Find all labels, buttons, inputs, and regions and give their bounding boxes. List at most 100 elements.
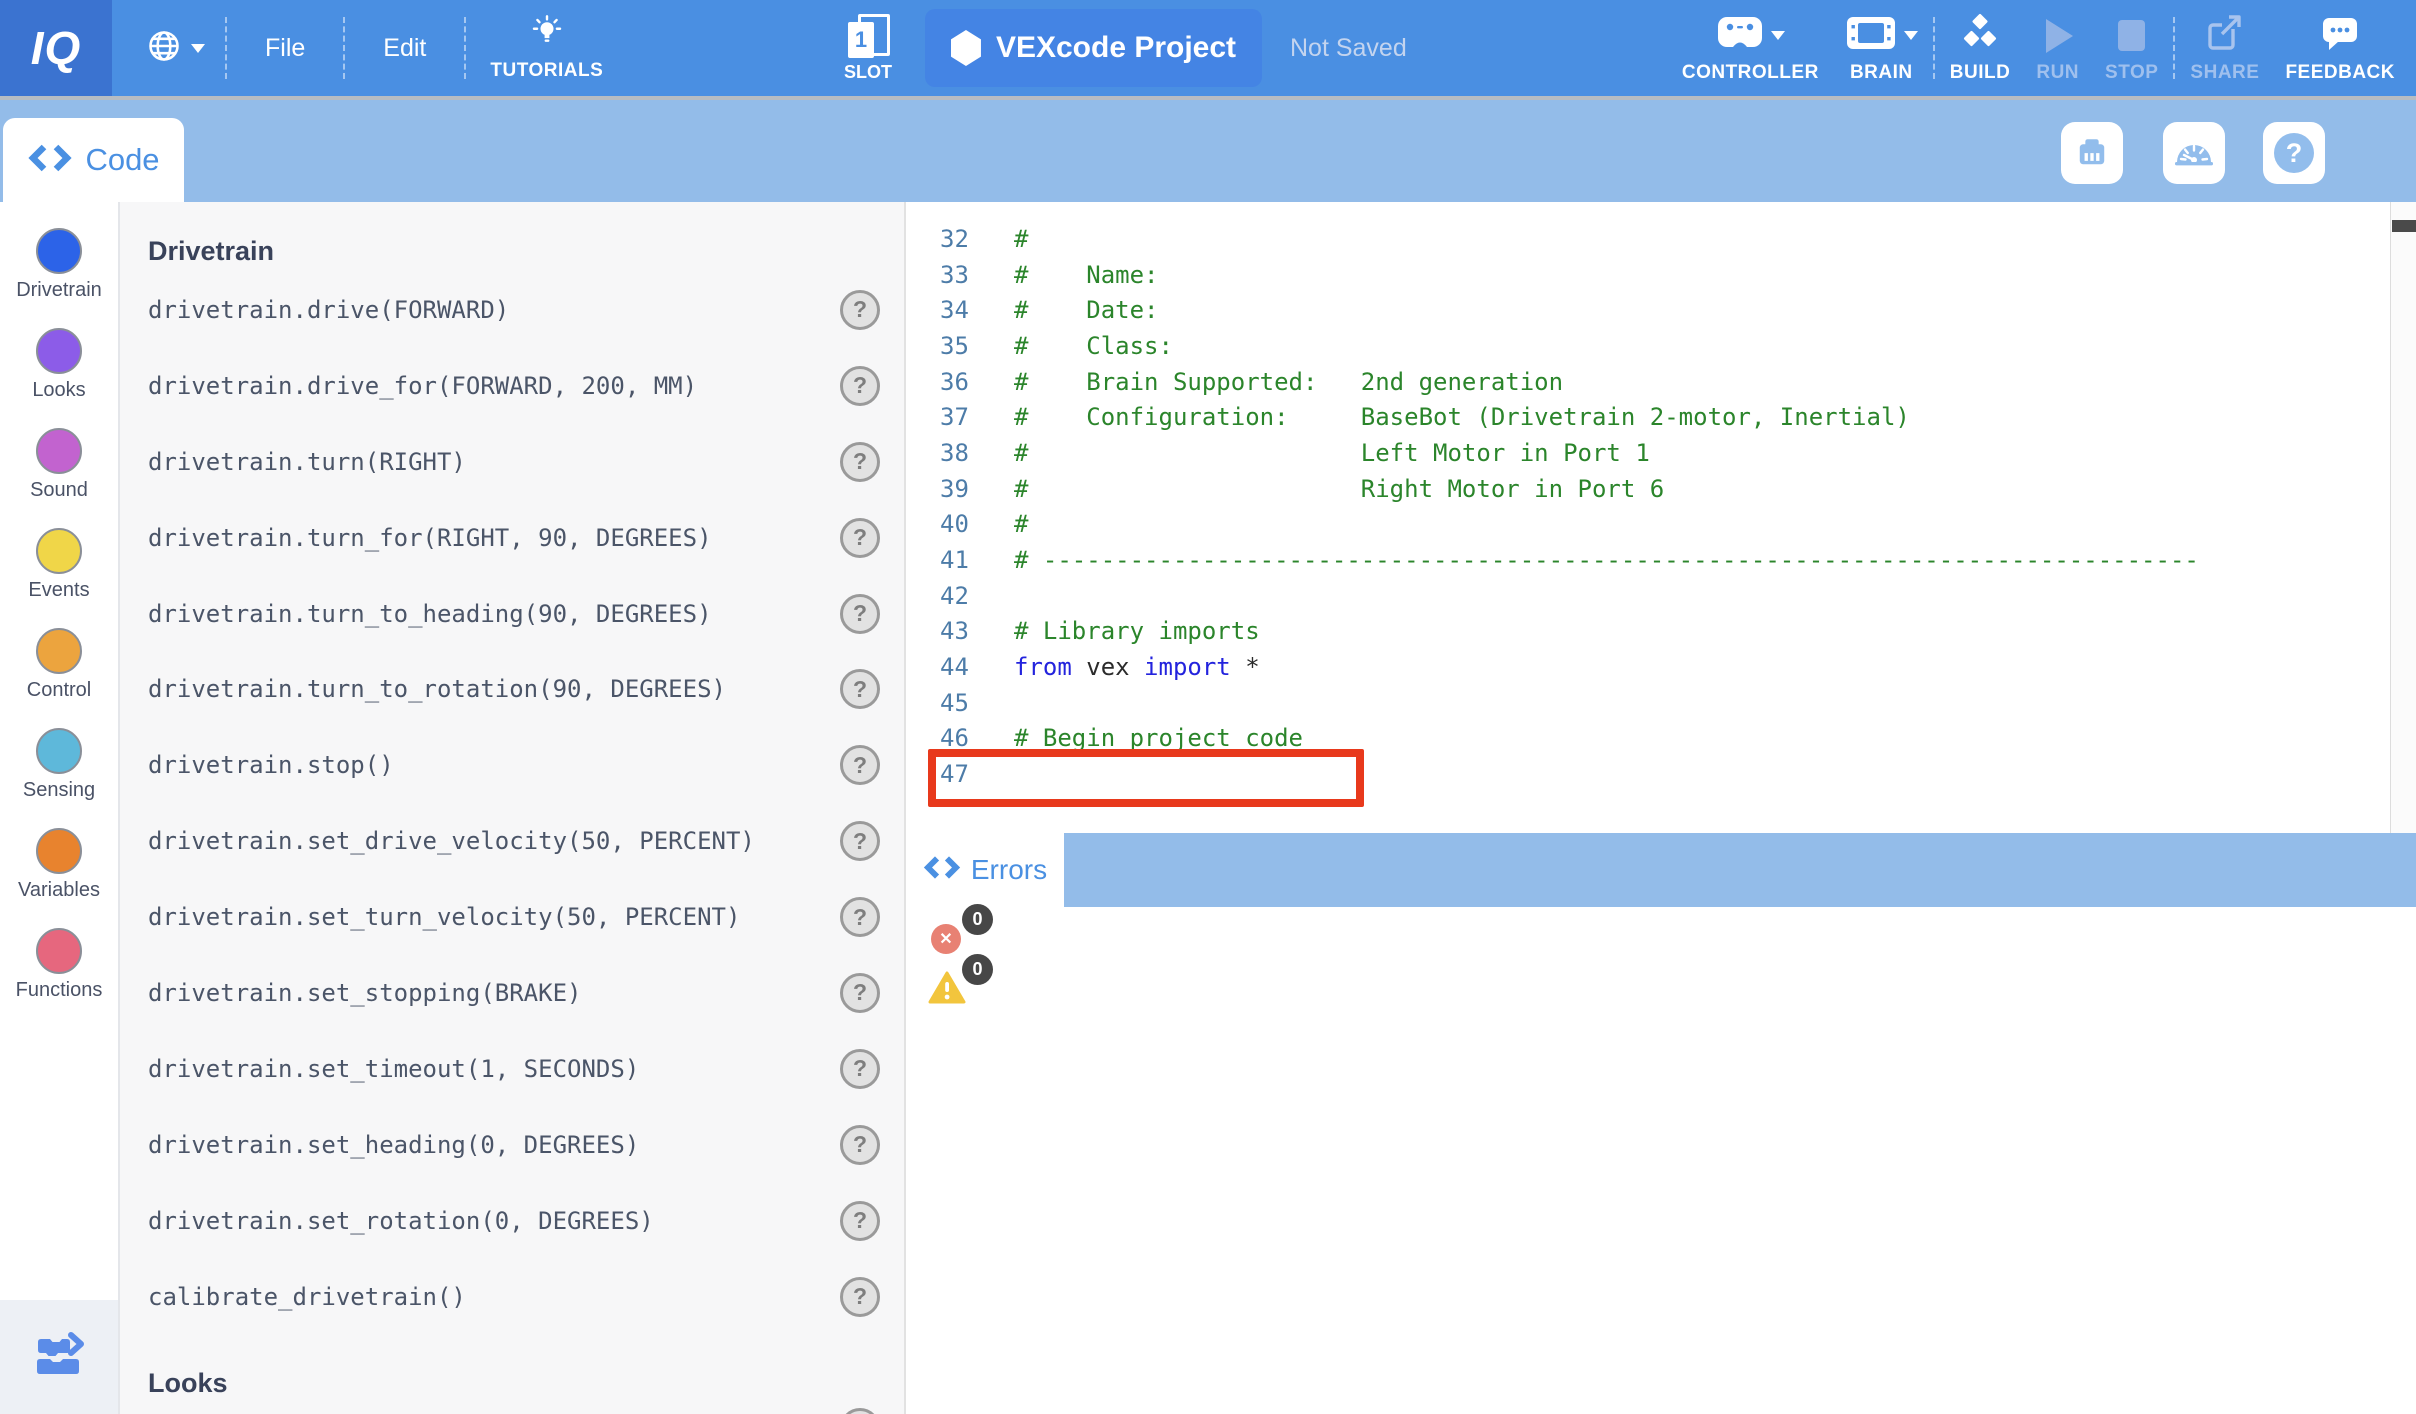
- brain-label: BRAIN: [1850, 62, 1913, 84]
- line-number: 38: [940, 439, 986, 467]
- category-label: Sensing: [23, 779, 95, 802]
- code-line: 39# Right Motor in Port 6: [906, 471, 2391, 507]
- functions-category-icon: [36, 928, 82, 974]
- code-text: # --------------------------------------…: [1014, 546, 2199, 574]
- command-item[interactable]: drivetrain.set_stopping(BRAKE)?: [120, 955, 904, 1031]
- command-item[interactable]: drivetrain.set_drive_velocity(50, PERCEN…: [120, 803, 904, 879]
- slot-button[interactable]: 1 SLOT: [834, 0, 902, 96]
- code-line: 47: [906, 756, 2391, 792]
- run-label: RUN: [2036, 62, 2079, 84]
- command-item[interactable]: drivetrain.turn_for(RIGHT, 90, DEGREES)?: [120, 500, 904, 576]
- sidebar-item-sensing[interactable]: Sensing: [0, 725, 118, 825]
- command-item[interactable]: drivetrain.drive_for(FORWARD, 200, MM)?: [120, 348, 904, 424]
- sidebar-item-variables[interactable]: Variables: [0, 825, 118, 925]
- sidebar-item-sound[interactable]: Sound: [0, 425, 118, 525]
- command-item[interactable]: drivetrain.turn(RIGHT)?: [120, 424, 904, 500]
- slot-label: SLOT: [844, 62, 892, 83]
- blocks-toggle-icon: [31, 1329, 87, 1386]
- command-item[interactable]: drivetrain.turn_to_rotation(90, DEGREES)…: [120, 651, 904, 727]
- divider: [343, 17, 345, 79]
- menu-group: File Edit TUTORIALS: [128, 0, 625, 96]
- help-question-button[interactable]: ?: [840, 1125, 880, 1165]
- code-line: 32#: [906, 221, 2391, 257]
- build-cubes-icon: [1960, 12, 2000, 59]
- run-play-icon: [2046, 19, 2073, 53]
- command-item[interactable]: drivetrain.set_timeout(1, SECONDS)?: [120, 1031, 904, 1107]
- sidebar-item-functions[interactable]: Functions: [0, 925, 118, 1025]
- sidebar-item-control[interactable]: Control: [0, 625, 118, 725]
- main-content: DrivetrainLooksSoundEventsControlSensing…: [0, 202, 2416, 1414]
- help-button[interactable]: ?: [2263, 122, 2325, 184]
- editor-scrollbar[interactable]: [2390, 202, 2416, 833]
- stop-button[interactable]: STOP: [2092, 0, 2171, 96]
- command-item[interactable]: drivetrain.turn_to_heading(90, DEGREES)?: [120, 576, 904, 652]
- controller-button[interactable]: CONTROLLER: [1669, 0, 1832, 96]
- menu-edit[interactable]: Edit: [347, 0, 462, 96]
- sidebar-item-looks[interactable]: Looks: [0, 325, 118, 425]
- help-question-button[interactable]: [840, 1408, 880, 1414]
- help-question-button[interactable]: ?: [840, 1277, 880, 1317]
- help-question-button[interactable]: ?: [840, 973, 880, 1013]
- command-item[interactable]: drivetrain.set_rotation(0, DEGREES)?: [120, 1183, 904, 1259]
- code-editor[interactable]: 32#33# Name:34# Date:35# Class:36# Brain…: [906, 202, 2391, 833]
- help-question-button[interactable]: ?: [840, 1201, 880, 1241]
- slot-number: 1: [848, 22, 874, 58]
- globe-icon: [146, 28, 182, 69]
- help-question-button[interactable]: ?: [840, 1049, 880, 1089]
- run-button[interactable]: RUN: [2023, 0, 2092, 96]
- sensing-category-icon: [36, 728, 82, 774]
- app-logo: IQ: [0, 0, 112, 96]
- code-line: 41# ------------------------------------…: [906, 542, 2391, 578]
- chevron-down-icon: [1771, 31, 1785, 40]
- tutorials-button[interactable]: TUTORIALS: [468, 0, 625, 96]
- project-name: VEXcode Project: [996, 31, 1236, 65]
- command-item[interactable]: drivetrain.set_heading(0, DEGREES)?: [120, 1107, 904, 1183]
- device-info-button[interactable]: [2061, 122, 2123, 184]
- brain-button[interactable]: BRAIN: [1832, 0, 1931, 96]
- help-question-button[interactable]: ?: [840, 821, 880, 861]
- tab-code[interactable]: Code: [3, 118, 184, 202]
- stop-label: STOP: [2105, 62, 2158, 84]
- blocks-text-toggle[interactable]: [0, 1300, 118, 1414]
- line-number: 37: [940, 403, 986, 431]
- command-text: drivetrain.set_turn_velocity(50, PERCENT…: [148, 903, 740, 931]
- project-name-button[interactable]: VEXcode Project: [925, 9, 1262, 87]
- sidebar-item-events[interactable]: Events: [0, 525, 118, 625]
- share-button[interactable]: SHARE: [2177, 0, 2272, 96]
- build-label: BUILD: [1950, 62, 2011, 84]
- line-number: 46: [940, 724, 986, 752]
- command-text: drivetrain.turn_to_rotation(90, DEGREES): [148, 675, 726, 703]
- help-question-button[interactable]: ?: [840, 518, 880, 558]
- command-text: calibrate_drivetrain(): [148, 1283, 466, 1311]
- menu-file[interactable]: File: [229, 0, 341, 96]
- command-text: drivetrain.drive_for(FORWARD, 200, MM): [148, 372, 697, 400]
- code-angle-brackets-icon: [27, 143, 73, 178]
- code-line: 33# Name:: [906, 257, 2391, 293]
- command-item[interactable]: drivetrain.stop()?: [120, 727, 904, 803]
- section-title: Looks: [148, 1362, 904, 1404]
- help-question-button[interactable]: ?: [840, 442, 880, 482]
- help-question-button[interactable]: ?: [840, 669, 880, 709]
- help-question-button[interactable]: ?: [840, 290, 880, 330]
- command-item[interactable]: calibrate_drivetrain()?: [120, 1259, 904, 1335]
- dashboard-button[interactable]: [2163, 122, 2225, 184]
- help-question-button[interactable]: ?: [840, 594, 880, 634]
- command-text: drivetrain.drive(FORWARD): [148, 296, 509, 324]
- help-question-button[interactable]: ?: [840, 366, 880, 406]
- looks-category-icon: [36, 328, 82, 374]
- scrollbar-thumb[interactable]: [2392, 220, 2416, 232]
- command-item[interactable]: drivetrain.drive(FORWARD)?: [120, 272, 904, 348]
- command-item[interactable]: drivetrain.set_turn_velocity(50, PERCENT…: [120, 879, 904, 955]
- help-question-button[interactable]: ?: [840, 897, 880, 937]
- error-icon: ✕: [931, 924, 961, 954]
- gauge-icon: [2173, 132, 2215, 175]
- language-menu[interactable]: [128, 0, 223, 96]
- help-question-button[interactable]: ?: [840, 745, 880, 785]
- sidebar-item-drivetrain[interactable]: Drivetrain: [0, 225, 118, 325]
- warning-count-badge: 0: [962, 954, 993, 985]
- command-text: drivetrain.turn_for(RIGHT, 90, DEGREES): [148, 524, 712, 552]
- chevron-down-icon: [191, 44, 205, 53]
- tab-errors[interactable]: Errors: [906, 833, 1064, 907]
- build-button[interactable]: BUILD: [1937, 0, 2024, 96]
- feedback-button[interactable]: FEEDBACK: [2272, 0, 2408, 96]
